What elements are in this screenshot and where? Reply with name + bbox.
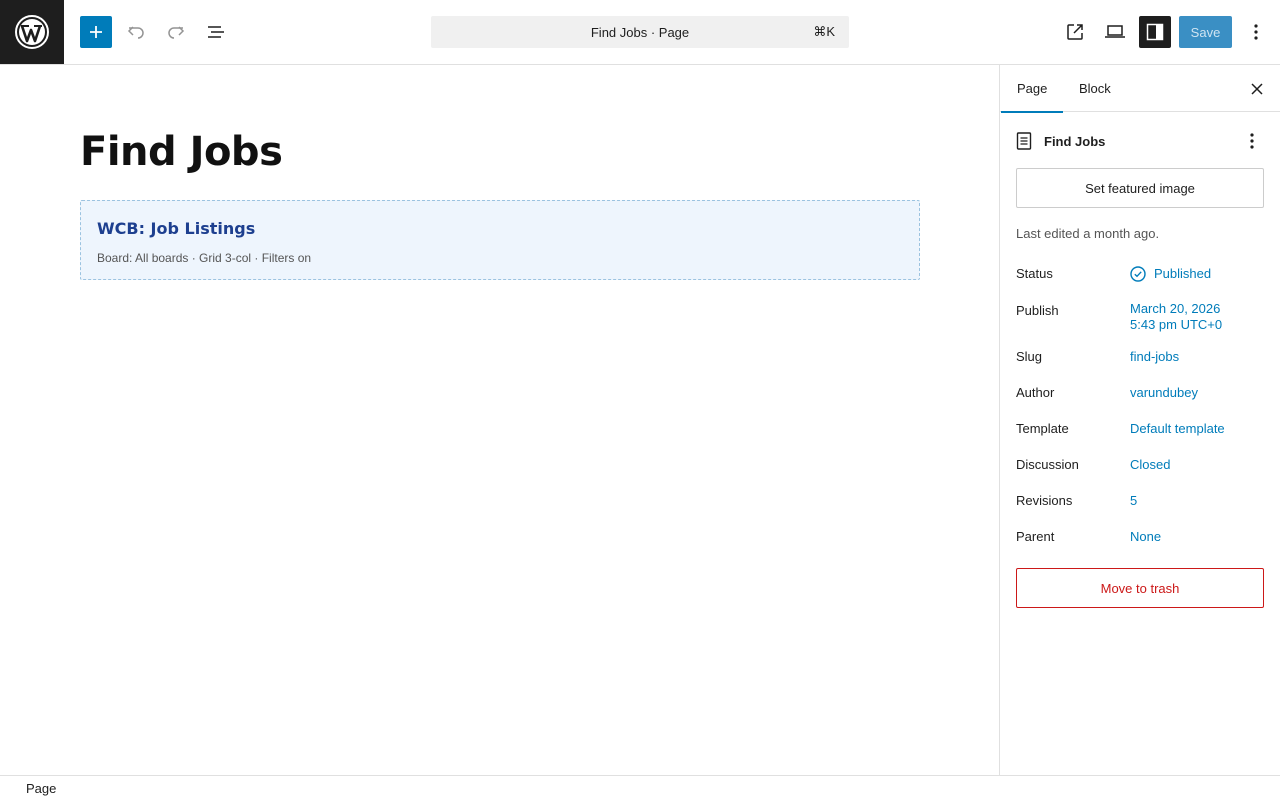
status-value[interactable]: Published (1130, 266, 1211, 282)
block-breadcrumb-bar: Page (0, 775, 1280, 800)
sidebar-icon (1146, 23, 1164, 41)
undo-button[interactable] (120, 16, 152, 48)
template-label: Template (1016, 421, 1069, 436)
wordpress-logo-button[interactable] (0, 0, 64, 64)
revisions-value[interactable]: 5 (1130, 493, 1137, 509)
preview-device-button[interactable] (1099, 16, 1131, 48)
sidebar-tabs: Page Block (1000, 65, 1280, 113)
tab-block[interactable]: Block (1063, 65, 1127, 112)
block-meta: Board: All boards · Grid 3-col · Filters… (97, 251, 312, 265)
publish-date: March 20, 2026 (1130, 301, 1221, 316)
settings-toggle-button[interactable] (1139, 16, 1171, 48)
redo-icon (168, 26, 185, 39)
publish-value[interactable]: March 20, 2026 5:43 pm UTC+0 (1130, 301, 1222, 333)
undo-icon (127, 26, 144, 39)
slug-label: Slug (1016, 349, 1043, 364)
set-featured-image-button[interactable]: Set featured image (1016, 168, 1264, 208)
document-summary: Find Jobs (1016, 129, 1266, 153)
discussion-label: Discussion (1016, 457, 1079, 472)
external-link-icon (1067, 24, 1083, 40)
view-page-button[interactable] (1059, 16, 1091, 48)
move-to-trash-button[interactable]: Move to trash (1016, 568, 1264, 608)
page-icon (1016, 132, 1032, 150)
status-text: Published (1154, 266, 1212, 281)
parent-label: Parent (1016, 529, 1055, 544)
last-edited-text: Last edited a month ago. (1016, 226, 1160, 241)
author-label: Author (1016, 385, 1055, 400)
desktop-icon (1105, 25, 1125, 38)
list-view-icon (208, 26, 224, 38)
job-listings-block[interactable]: WCB: Job Listings Board: All boards · Gr… (80, 200, 920, 280)
options-menu-button[interactable] (1240, 16, 1272, 48)
save-button[interactable]: Save (1179, 16, 1232, 48)
page-title[interactable]: Find Jobs (80, 129, 283, 175)
redo-button[interactable] (160, 16, 192, 48)
status-label: Status (1016, 266, 1053, 281)
add-block-button[interactable] (80, 16, 112, 48)
command-bar-label: Find Jobs · Page (590, 24, 690, 40)
revisions-label: Revisions (1016, 493, 1073, 508)
close-sidebar-button[interactable] (1245, 77, 1269, 101)
slug-value[interactable]: find-jobs (1130, 349, 1179, 365)
publish-time: 5:43 pm UTC+0 (1130, 317, 1223, 332)
settings-sidebar: Page Block Find Jobs Set featured image … (999, 65, 1280, 775)
publish-label: Publish (1016, 303, 1059, 318)
document-title: Find Jobs (1044, 133, 1106, 149)
author-value[interactable]: varundubey (1130, 385, 1198, 401)
plus-icon (90, 26, 102, 38)
wordpress-logo-icon (15, 15, 49, 49)
editor-header: Find Jobs · Page ⌘K Save (0, 0, 1280, 65)
parent-value[interactable]: None (1130, 529, 1161, 545)
tab-page[interactable]: Page (1001, 65, 1063, 113)
editor-canvas[interactable]: Find Jobs WCB: Job Listings Board: All b… (0, 65, 999, 775)
block-title: WCB: Job Listings (97, 219, 256, 238)
more-vertical-icon (1254, 24, 1258, 40)
template-value[interactable]: Default template (1130, 421, 1225, 437)
document-actions-button[interactable] (1240, 129, 1264, 153)
command-bar-shortcut: ⌘K (813, 24, 835, 39)
more-vertical-icon (1250, 133, 1254, 149)
close-icon (1251, 83, 1263, 95)
discussion-value[interactable]: Closed (1130, 457, 1170, 473)
breadcrumb-page[interactable]: Page (26, 781, 56, 796)
check-circle-icon (1130, 266, 1146, 282)
command-palette-bar[interactable]: Find Jobs · Page ⌘K (431, 16, 849, 48)
document-overview-button[interactable] (200, 16, 232, 48)
